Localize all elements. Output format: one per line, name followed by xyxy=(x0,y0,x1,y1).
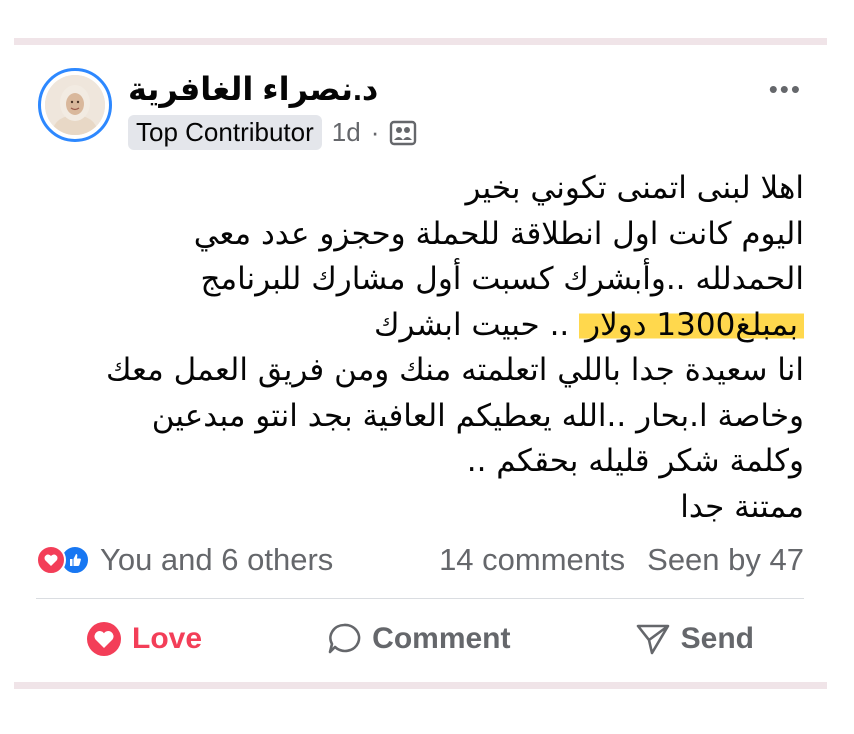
seen-count[interactable]: Seen by 47 xyxy=(647,542,804,578)
comments-count[interactable]: 14 comments xyxy=(439,542,625,578)
more-options-icon[interactable]: ••• xyxy=(769,74,802,105)
top-separator xyxy=(14,38,827,45)
comment-label: Comment xyxy=(372,622,511,655)
post-line: وخاصة ا.بحار ..الله يعطيكم العافية بجد ا… xyxy=(151,397,804,434)
send-label: Send xyxy=(680,622,754,655)
post-line: وكلمة شكر قليله بحقكم .. xyxy=(466,443,804,479)
post-line-highlight: بمبلغ1300 دولار .. حبيت ابشرك xyxy=(44,303,804,349)
send-icon xyxy=(635,621,671,657)
heart-icon xyxy=(86,621,122,657)
post-line: الحمدلله ..وأبشرك كسبت أول مشارك للبرنام… xyxy=(200,261,805,297)
comment-icon xyxy=(326,621,362,657)
send-button[interactable]: Send xyxy=(635,621,754,657)
post-body: اهلا لبنى اتمنى تكوني بخير اليوم كانت او… xyxy=(44,166,804,530)
avatar-photo xyxy=(45,75,105,135)
author-name[interactable]: د.نصراء الغافرية xyxy=(128,70,378,108)
meta-separator: · xyxy=(370,117,380,147)
post-line: اهلا لبنى اتمنى تكوني بخير xyxy=(465,170,804,206)
bottom-separator xyxy=(14,682,827,689)
reactions-count[interactable]: You and 6 others xyxy=(100,542,333,578)
friends-icon[interactable] xyxy=(389,120,417,146)
actions-divider xyxy=(36,598,804,599)
comment-button[interactable]: Comment xyxy=(326,621,511,657)
post-time[interactable]: 1d xyxy=(332,117,361,148)
post-line: اليوم كانت اول انطلاقة للحملة وحجزو عدد … xyxy=(193,215,804,252)
highlighted-amount: بمبلغ1300 دولار xyxy=(579,306,804,343)
post-line: انا سعيدة جدا باللي اتعلمته منك ومن فريق… xyxy=(106,352,804,388)
love-reaction-icon xyxy=(36,545,66,575)
love-button[interactable]: Love xyxy=(86,621,202,657)
post-stats: You and 6 others 14 comments Seen by 47 xyxy=(36,542,804,578)
action-bar: Love Comment Send xyxy=(36,612,804,666)
top-contributor-badge[interactable]: Top Contributor xyxy=(128,115,322,150)
love-label: Love xyxy=(132,622,203,655)
highlight-line-rest: .. حبيت ابشرك xyxy=(374,306,580,343)
author-avatar[interactable] xyxy=(38,68,112,142)
reaction-icons[interactable] xyxy=(36,545,90,575)
post-meta: Top Contributor 1d · xyxy=(128,115,417,150)
post-line: ممتنة جدا xyxy=(680,488,804,525)
